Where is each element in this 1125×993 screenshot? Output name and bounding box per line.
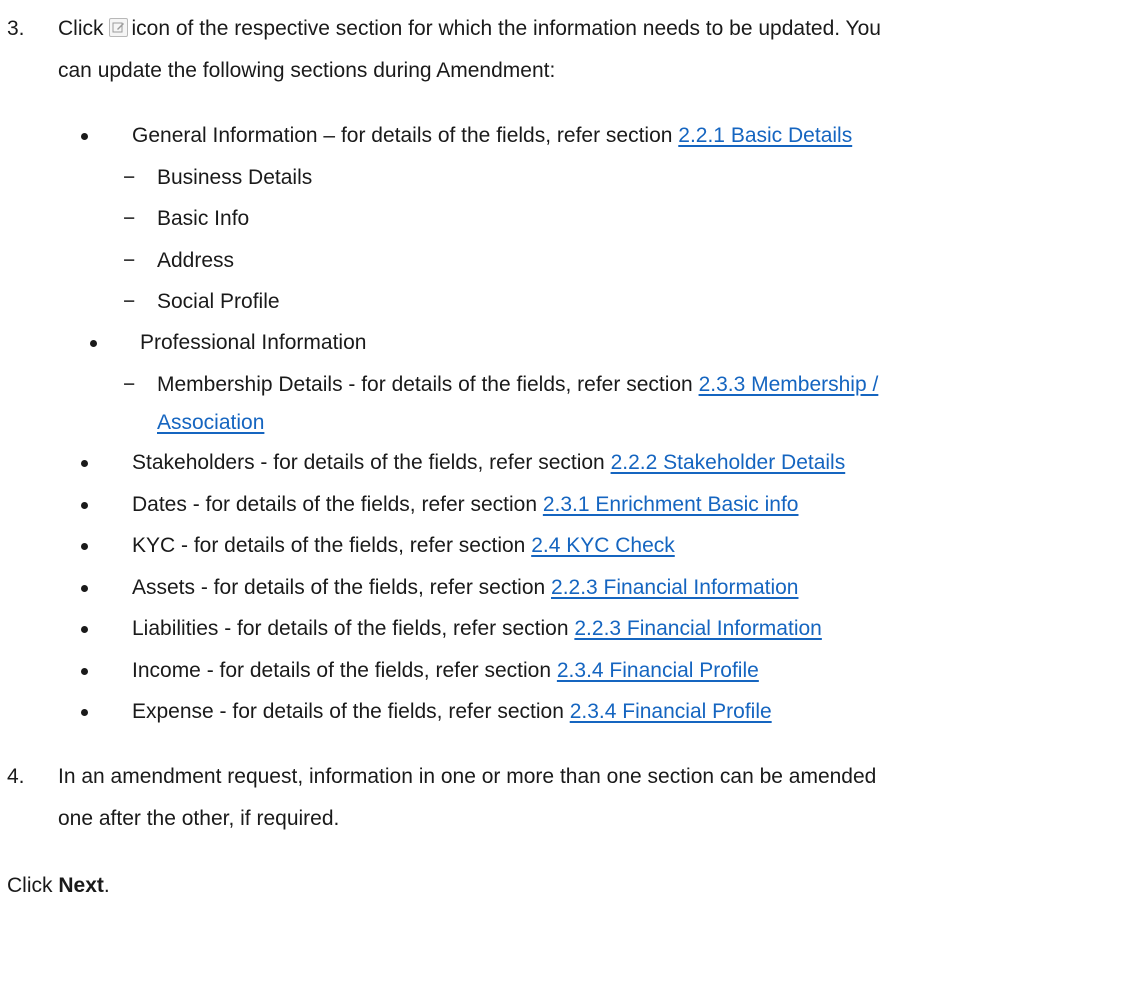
link-stakeholder-details[interactable]: 2.2.2 Stakeholder Details bbox=[611, 451, 846, 474]
bullet-icon bbox=[81, 585, 88, 592]
link-basic-details[interactable]: 2.2.1 Basic Details bbox=[678, 124, 852, 147]
sub-item-address: Address bbox=[157, 249, 235, 272]
link-membership-association[interactable]: 2.3.3 Membership / bbox=[699, 373, 879, 396]
sub-item-membership-details-continued: Association bbox=[157, 410, 264, 436]
bullet-icon bbox=[81, 543, 88, 550]
bullet-icon bbox=[81, 460, 88, 467]
step-3-line-1: Click icon of the respective section for … bbox=[58, 16, 881, 42]
dash-icon: − bbox=[123, 166, 136, 189]
step-number: 3. bbox=[7, 17, 25, 40]
bullet-icon bbox=[81, 502, 88, 509]
link-financial-information[interactable]: 2.2.3 Financial Information bbox=[574, 617, 821, 640]
list-item-professional-information: Professional Information bbox=[140, 331, 367, 354]
edit-icon bbox=[108, 18, 128, 37]
sub-item-business-details: Business Details bbox=[157, 166, 313, 189]
link-kyc-check[interactable]: 2.4 KYC Check bbox=[531, 534, 675, 557]
sub-item-social-profile: Social Profile bbox=[157, 290, 280, 313]
bullet-icon bbox=[81, 668, 88, 675]
step-3-suffix: icon of the respective section for which… bbox=[131, 17, 882, 40]
list-item-text: General Information – for details of the… bbox=[132, 124, 679, 147]
bullet-icon bbox=[81, 626, 88, 633]
step-number: 4. bbox=[7, 765, 25, 788]
list-item-assets: Assets - for details of the fields, refe… bbox=[132, 575, 798, 601]
link-financial-profile[interactable]: 2.3.4 Financial Profile bbox=[570, 700, 772, 723]
list-item-stakeholders: Stakeholders - for details of the fields… bbox=[132, 450, 845, 476]
list-item-general-information: General Information – for details of the… bbox=[132, 123, 852, 149]
list-item-text: Membership Details - for details of the … bbox=[157, 373, 699, 396]
final-suffix: . bbox=[103, 874, 110, 897]
list-item-expense: Expense - for details of the fields, ref… bbox=[132, 699, 772, 725]
link-financial-profile[interactable]: 2.3.4 Financial Profile bbox=[557, 659, 759, 682]
list-item-text: Assets - for details of the fields, refe… bbox=[132, 576, 552, 599]
step-3-prefix: Click bbox=[58, 17, 104, 40]
link-enrichment-basic-info[interactable]: 2.3.1 Enrichment Basic info bbox=[543, 493, 799, 516]
list-item-text: Dates - for details of the fields, refer… bbox=[132, 493, 543, 516]
next-label: Next bbox=[58, 874, 104, 897]
dash-icon: − bbox=[123, 207, 136, 230]
list-item-text: Income - for details of the fields, refe… bbox=[132, 659, 557, 682]
list-item-dates: Dates - for details of the fields, refer… bbox=[132, 492, 799, 518]
link-financial-information[interactable]: 2.2.3 Financial Information bbox=[551, 576, 798, 599]
dash-icon: − bbox=[123, 373, 136, 396]
list-item-liabilities: Liabilities - for details of the fields,… bbox=[132, 616, 822, 642]
list-item-income: Income - for details of the fields, refe… bbox=[132, 658, 759, 684]
final-prefix: Click bbox=[7, 874, 59, 897]
final-instruction: Click Next. bbox=[7, 873, 110, 899]
dash-icon: − bbox=[123, 249, 136, 272]
list-item-text: Stakeholders - for details of the fields… bbox=[132, 451, 611, 474]
step-3-line-2: can update the following sections during… bbox=[58, 59, 556, 82]
list-item-text: Expense - for details of the fields, ref… bbox=[132, 700, 570, 723]
dash-icon: − bbox=[123, 290, 136, 313]
sub-item-basic-info: Basic Info bbox=[157, 207, 250, 230]
sub-item-membership-details: Membership Details - for details of the … bbox=[157, 372, 878, 398]
bullet-icon bbox=[81, 133, 88, 140]
list-item-text: KYC - for details of the fields, refer s… bbox=[132, 534, 532, 557]
step-4-line-1: In an amendment request, information in … bbox=[58, 765, 877, 788]
bullet-icon bbox=[90, 340, 97, 347]
list-item-text: Liabilities - for details of the fields,… bbox=[132, 617, 575, 640]
bullet-icon bbox=[81, 709, 88, 716]
link-membership-association-continued[interactable]: Association bbox=[157, 411, 264, 434]
list-item-kyc: KYC - for details of the fields, refer s… bbox=[132, 533, 675, 559]
step-4-line-2: one after the other, if required. bbox=[58, 807, 340, 830]
